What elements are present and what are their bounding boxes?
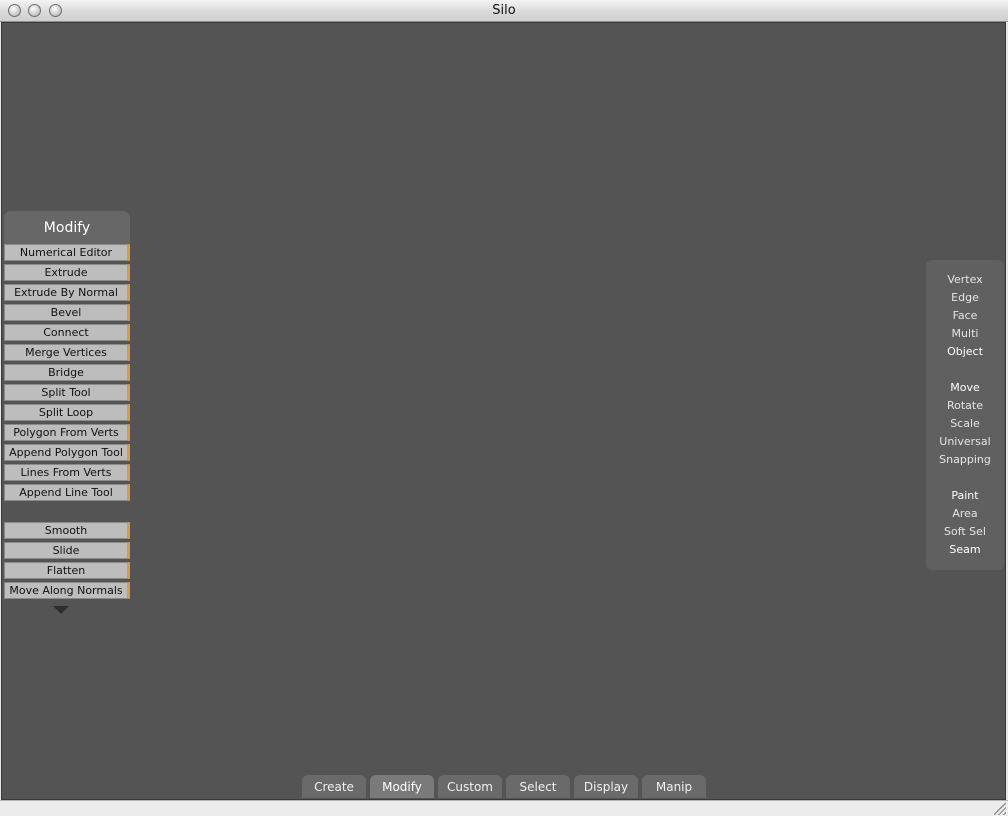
bevel-button[interactable]: Bevel (4, 304, 130, 321)
vertex-mode[interactable]: Vertex (926, 273, 1004, 287)
modify-panel-header: Modify (4, 211, 130, 245)
tab-select[interactable]: Select (506, 775, 570, 798)
lines-from-verts-button[interactable]: Lines From Verts (4, 464, 130, 481)
snapping-mode[interactable]: Snapping (926, 453, 1004, 467)
polygon-from-verts-button[interactable]: Polygon From Verts (4, 424, 130, 441)
rotate-mode[interactable]: Rotate (926, 399, 1004, 413)
modify-panel-title: Modify (43, 220, 91, 236)
extrude-button[interactable]: Extrude (4, 264, 130, 281)
tab-create[interactable]: Create (302, 775, 366, 798)
tab-display[interactable]: Display (574, 775, 638, 798)
tab-modify[interactable]: Modify (370, 775, 434, 798)
universal-mode[interactable]: Universal (926, 435, 1004, 449)
status-bar (0, 800, 1008, 816)
edge-mode[interactable]: Edge (926, 291, 1004, 305)
merge-vertices-button[interactable]: Merge Vertices (4, 344, 130, 361)
area-mode[interactable]: Area (926, 507, 1004, 521)
bridge-button[interactable]: Bridge (4, 364, 130, 381)
move-mode[interactable]: Move (926, 381, 1004, 395)
smooth-button[interactable]: Smooth (4, 522, 130, 539)
flatten-button[interactable]: Flatten (4, 562, 130, 579)
3d-viewport[interactable] (1, 22, 1006, 800)
paint-mode[interactable]: Paint (926, 489, 1004, 503)
slide-button[interactable]: Slide (4, 542, 130, 559)
append-polygon-tool-button[interactable]: Append Polygon Tool (4, 444, 130, 461)
triangle-down-icon[interactable] (53, 606, 69, 614)
window-title: Silo (492, 3, 516, 18)
silo-window: Silo Modify Numerical Editor Extrude Extru… (0, 0, 1008, 816)
object-mode[interactable]: Object (926, 345, 1004, 359)
move-along-normals-button[interactable]: Move Along Normals (4, 582, 130, 599)
scale-mode[interactable]: Scale (926, 417, 1004, 431)
title-bar[interactable]: Silo (0, 0, 1008, 22)
split-tool-button[interactable]: Split Tool (4, 384, 130, 401)
tab-custom[interactable]: Custom (438, 775, 502, 798)
connect-button[interactable]: Connect (4, 324, 130, 341)
extrude-by-normal-button[interactable]: Extrude By Normal (4, 284, 130, 301)
selection-panel: Vertex Edge Face Multi Object Move Rotate Scale… (926, 260, 1004, 570)
seam-mode[interactable]: Seam (926, 543, 1004, 557)
face-mode[interactable]: Face (926, 309, 1004, 323)
tab-manip[interactable]: Manip (642, 775, 706, 798)
resize-grip-icon[interactable] (994, 803, 1006, 815)
multi-mode[interactable]: Multi (926, 327, 1004, 341)
soft-sel-mode[interactable]: Soft Sel (926, 525, 1004, 539)
append-line-tool-button[interactable]: Append Line Tool (4, 484, 130, 501)
numerical-editor-button[interactable]: Numerical Editor (4, 244, 130, 261)
split-loop-button[interactable]: Split Loop (4, 404, 130, 421)
